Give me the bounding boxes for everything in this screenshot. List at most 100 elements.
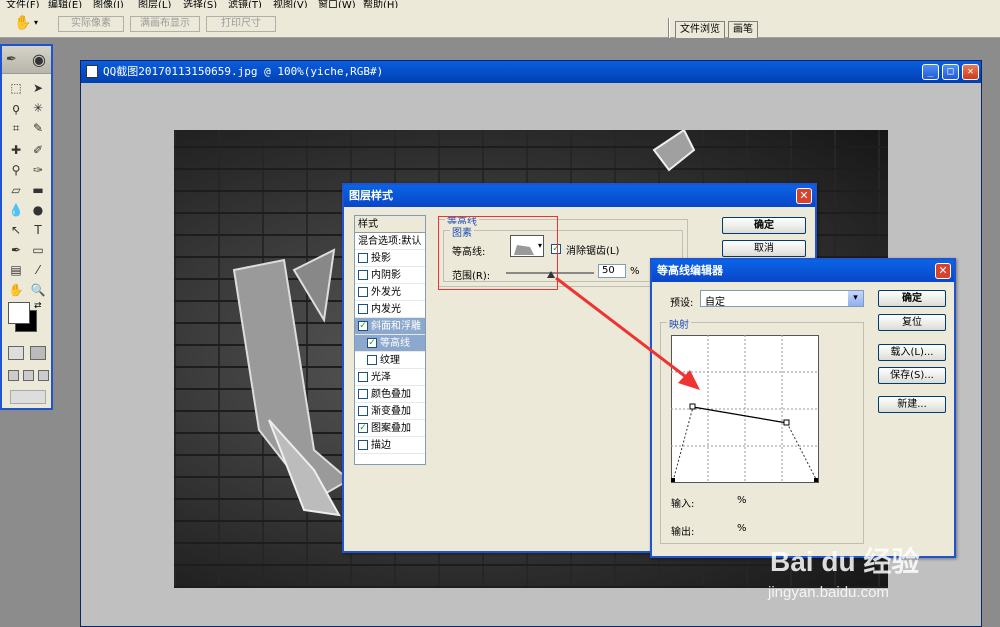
style-item[interactable]: 纹理 [355, 352, 425, 369]
history-brush-icon[interactable]: ✑ [29, 162, 47, 178]
print-size-button[interactable]: 打印尺寸 [206, 16, 276, 32]
pen-tool-icon[interactable]: ✒ [7, 242, 25, 258]
style-item-checkbox[interactable] [358, 389, 368, 399]
style-item-checkbox[interactable] [367, 355, 377, 365]
eraser-tool-icon[interactable]: ▱ [7, 182, 25, 198]
marquee-tool-icon[interactable]: ⬚ [7, 80, 25, 96]
jump-to-imageready-icon[interactable] [10, 390, 46, 404]
new-button[interactable]: 新建... [878, 396, 946, 413]
style-item-label: 投影 [371, 253, 391, 264]
menu-select[interactable]: 选择(S) [183, 0, 217, 8]
blur-tool-icon[interactable]: 💧 [7, 202, 25, 218]
style-item-checkbox[interactable]: ✓ [358, 423, 368, 433]
slice-tool-icon[interactable]: ✎ [29, 120, 47, 136]
style-item[interactable]: ✓ 斜面和浮雕 [355, 318, 425, 335]
style-item-checkbox[interactable] [358, 253, 368, 263]
hand-tool-icon[interactable]: ✋ [7, 282, 25, 298]
toolbox-header: ✒ ◉ [2, 46, 51, 74]
style-item[interactable]: ✓ 图案叠加 [355, 420, 425, 437]
path-select-icon[interactable]: ↖ [7, 222, 25, 238]
style-item[interactable]: 混合选项:默认 [355, 233, 425, 250]
style-item-label: 内发光 [371, 304, 401, 315]
tab-file-browser[interactable]: 文件浏览 [675, 21, 725, 38]
crop-tool-icon[interactable]: ⌗ [7, 120, 25, 136]
style-item-checkbox[interactable] [358, 440, 368, 450]
dodge-tool-icon[interactable]: ● [29, 202, 47, 218]
maximize-button[interactable]: □ [942, 64, 959, 80]
style-item[interactable]: 内阴影 [355, 267, 425, 284]
style-item-label: 描边 [371, 440, 391, 451]
menu-filter[interactable]: 滤镜(T) [228, 0, 262, 8]
zoom-tool-icon[interactable]: 🔍 [29, 282, 47, 298]
toolbox: ✒ ◉ ⬚ ➤ ϙ ✳ ⌗ ✎ ✚ ✐ ⚲ ✑ ▱ ▬ 💧 ● ↖ T ✒ ▭ … [0, 44, 53, 410]
eyedropper-tool-icon[interactable]: ⁄ [29, 262, 47, 278]
mapping-group: 映射 输入: % 输出: % [660, 316, 864, 544]
screen-mode-full-icon[interactable] [38, 370, 49, 381]
style-item-checkbox[interactable] [358, 270, 368, 280]
style-item[interactable]: 投影 [355, 250, 425, 267]
style-item[interactable]: 渐变叠加 [355, 403, 425, 420]
contour-editor-title-bar: 等高线编辑器 ✕ [652, 260, 954, 282]
menu-image[interactable]: 图像(I) [93, 0, 124, 8]
feather-logo-icon: ✒ [6, 52, 17, 67]
style-item[interactable]: 颜色叠加 [355, 386, 425, 403]
menu-layer[interactable]: 图层(L) [138, 0, 171, 8]
magic-wand-tool-icon[interactable]: ✳ [29, 100, 47, 116]
style-item[interactable]: 光泽 [355, 369, 425, 386]
screen-mode-standard-icon[interactable] [8, 370, 19, 381]
menu-edit[interactable]: 编辑(E) [48, 0, 82, 8]
style-item-checkbox[interactable] [358, 304, 368, 314]
type-tool-icon[interactable]: T [29, 222, 47, 238]
shape-tool-icon[interactable]: ▭ [29, 242, 47, 258]
chevron-down-icon[interactable]: ▾ [34, 18, 38, 27]
style-item[interactable]: 描边 [355, 437, 425, 454]
cancel-button[interactable]: 取消 [722, 240, 806, 257]
healing-brush-icon[interactable]: ✚ [7, 142, 25, 158]
style-item-checkbox[interactable]: ✓ [358, 321, 368, 331]
minimize-button[interactable]: _ [922, 64, 939, 80]
eye-logo-icon: ◉ [32, 50, 46, 69]
menu-window[interactable]: 窗口(W) [318, 0, 356, 8]
notes-tool-icon[interactable]: ▤ [7, 262, 25, 278]
actual-pixels-button[interactable]: 实际像素 [58, 16, 124, 32]
contour-editor-dialog: 等高线编辑器 ✕ 预设: 自定 ▾ 映射 输入: % 输出: % 确定 复位 载… [650, 258, 956, 558]
menu-help[interactable]: 帮助(H) [363, 0, 398, 8]
close-icon[interactable]: ✕ [796, 188, 812, 204]
hand-tool-icon[interactable]: ✋ [14, 15, 31, 31]
tab-brushes[interactable]: 画笔 [728, 21, 758, 38]
ok-button[interactable]: 确定 [722, 217, 806, 234]
close-icon[interactable]: ✕ [935, 263, 951, 279]
style-item-checkbox[interactable] [358, 287, 368, 297]
gradient-tool-icon[interactable]: ▬ [29, 182, 47, 198]
chevron-down-icon[interactable]: ▾ [848, 291, 863, 306]
foreground-color-swatch[interactable] [8, 302, 30, 324]
stamp-tool-icon[interactable]: ⚲ [7, 162, 25, 178]
range-input[interactable]: 50 [598, 264, 626, 278]
menu-file[interactable]: 文件(F) [6, 0, 40, 8]
style-item[interactable]: ✓ 等高线 [355, 335, 425, 352]
style-item[interactable]: 外发光 [355, 284, 425, 301]
contour-graph[interactable] [671, 335, 819, 483]
style-list: 样式 混合选项:默认 投影 内阴影 外发光 内发光 ✓ 斜面和浮雕 ✓ 等高线 纹理 光泽 颜色叠加渐… [354, 215, 426, 465]
save-button[interactable]: 保存(S)... [878, 367, 946, 384]
preset-value: 自定 [705, 297, 725, 308]
brush-tool-icon[interactable]: ✐ [29, 142, 47, 158]
preset-select[interactable]: 自定 ▾ [700, 290, 864, 308]
screen-mode-full-menu-icon[interactable] [23, 370, 34, 381]
style-item[interactable]: 内发光 [355, 301, 425, 318]
standard-mode-icon[interactable] [8, 346, 24, 360]
style-item-checkbox[interactable]: ✓ [367, 338, 377, 348]
load-button[interactable]: 载入(L)... [878, 344, 946, 361]
style-item-checkbox[interactable] [358, 372, 368, 382]
close-button[interactable]: ✕ [962, 64, 979, 80]
move-tool-icon[interactable]: ➤ [29, 80, 47, 96]
fit-screen-button[interactable]: 满画布显示 [130, 16, 200, 32]
layer-style-title-bar: 图层样式 ✕ [344, 185, 815, 207]
quickmask-mode-icon[interactable] [30, 346, 46, 360]
lasso-tool-icon[interactable]: ϙ [7, 100, 25, 116]
document-title: QQ截图20170113150659.jpg @ 100%(yiche,RGB#… [103, 65, 384, 78]
editor-ok-button[interactable]: 确定 [878, 290, 946, 307]
menu-view[interactable]: 视图(V) [273, 0, 308, 8]
reset-button[interactable]: 复位 [878, 314, 946, 331]
style-item-checkbox[interactable] [358, 406, 368, 416]
